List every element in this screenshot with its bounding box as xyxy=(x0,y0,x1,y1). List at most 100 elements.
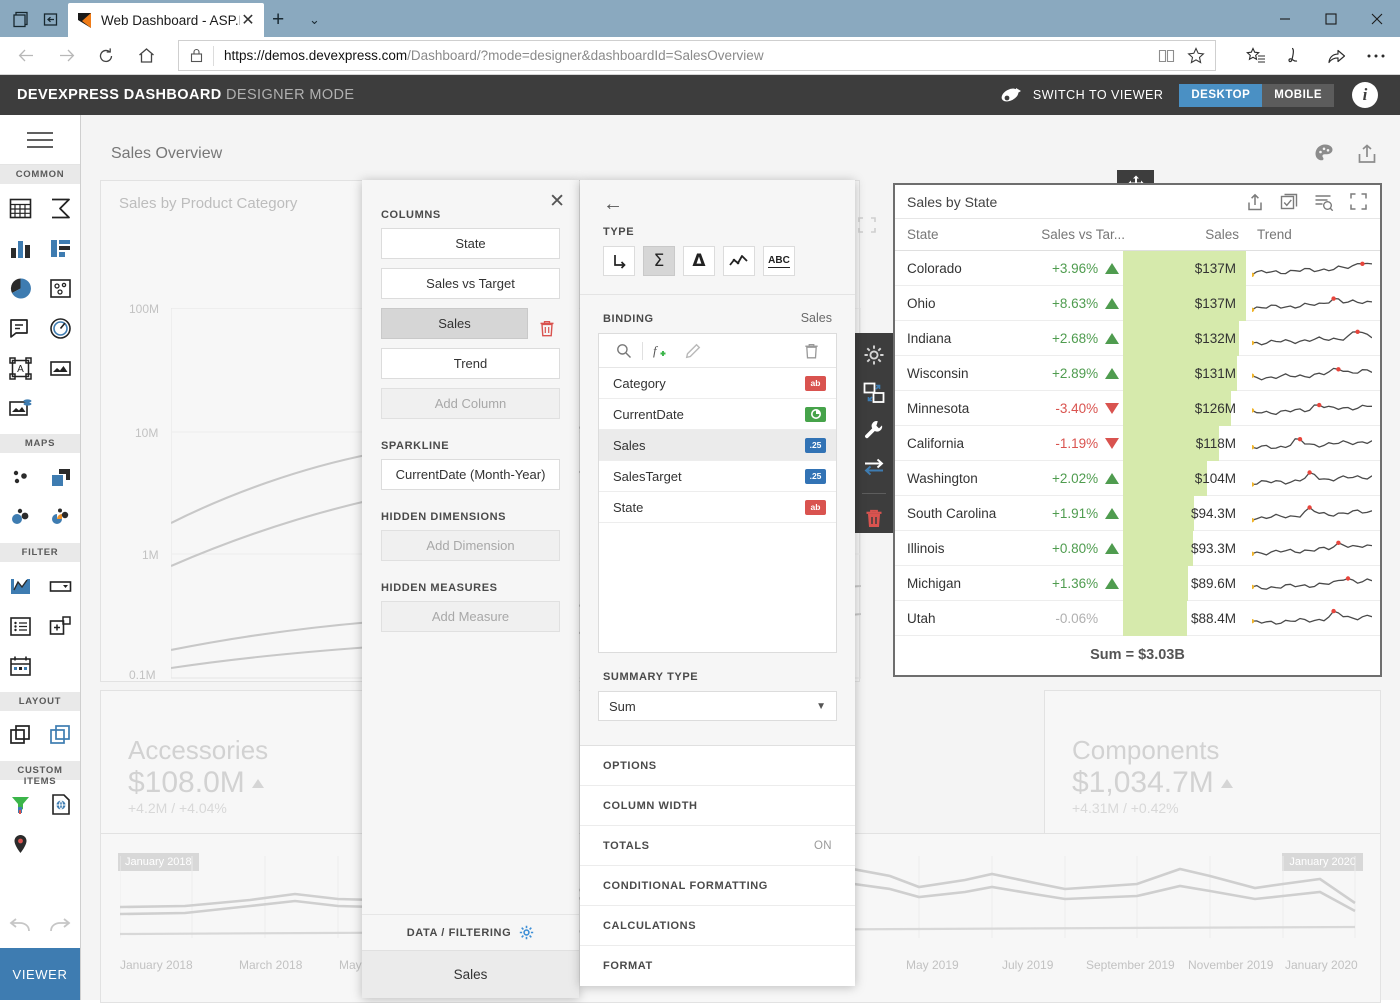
accordion-row-totals[interactable]: TOTALS ON xyxy=(580,826,855,866)
sparkline-icon[interactable] xyxy=(723,246,755,276)
table-row[interactable]: Illinois+0.80%$93.3M xyxy=(895,531,1380,566)
column-field-state[interactable]: State xyxy=(381,228,560,259)
filter-icon[interactable] xyxy=(1314,193,1334,211)
table-row[interactable]: Minnesota-3.40%$126M xyxy=(895,391,1380,426)
sidebar-item-scatter[interactable] xyxy=(40,268,80,308)
add-calculated-field-icon[interactable]: f xyxy=(645,336,677,366)
export-icon[interactable] xyxy=(1246,193,1264,211)
close-button[interactable] xyxy=(1354,0,1400,37)
column-field-sales[interactable]: Sales xyxy=(381,308,528,339)
selected-field-footer[interactable]: Sales xyxy=(362,950,579,998)
sidebar-item-web-page[interactable] xyxy=(40,784,80,824)
sidebar-item-bound-image[interactable] xyxy=(0,388,40,428)
tab-list-menu-icon[interactable]: ⌄ xyxy=(309,12,320,28)
sidebar-item-tree-view[interactable] xyxy=(40,606,80,646)
sidebar-item-gauge[interactable] xyxy=(40,308,80,348)
accordion-row-options[interactable]: OPTIONS xyxy=(580,746,855,786)
sidebar-item-grid[interactable] xyxy=(0,188,40,228)
desktop-mode-button[interactable]: DESKTOP xyxy=(1179,84,1262,107)
sidebar-item-map-pin[interactable] xyxy=(0,824,40,864)
measure-sigma-icon[interactable]: Σ xyxy=(643,246,675,276)
tab-preview-icon[interactable] xyxy=(8,6,34,32)
refresh-icon[interactable] xyxy=(86,37,126,75)
maximize-item-icon[interactable] xyxy=(858,217,876,233)
column-field-sales-vs-target[interactable]: Sales vs Target xyxy=(381,268,560,299)
table-row[interactable]: Washington+2.02%$104M xyxy=(895,461,1380,496)
summary-type-select[interactable]: Sum ▼ xyxy=(598,691,837,721)
set-tabs-aside-icon[interactable] xyxy=(38,6,64,32)
column-header-sales[interactable]: Sales xyxy=(1125,227,1249,242)
table-row[interactable]: Michigan+1.36%$89.6M xyxy=(895,566,1380,601)
accordion-row-format[interactable]: FORMAT xyxy=(580,946,855,986)
field-item-salestarget[interactable]: SalesTarget .25 xyxy=(599,461,836,492)
close-icon[interactable]: ✕ xyxy=(549,192,565,211)
column-field-trend[interactable]: Trend xyxy=(381,348,560,379)
dimension-icon[interactable] xyxy=(603,246,635,276)
table-row[interactable]: Utah-0.06%$88.4M xyxy=(895,601,1380,636)
address-bar[interactable]: https://demos.devexpress.com/Dashboard/?… xyxy=(178,40,1216,71)
delta-icon[interactable]: Δ xyxy=(683,246,715,276)
accordion-row-conditional-formatting[interactable]: CONDITIONAL FORMATTING xyxy=(580,866,855,906)
sidebar-item-date-filter[interactable] xyxy=(0,646,40,686)
sidebar-item-range-filter[interactable] xyxy=(0,566,40,606)
menu-hamburger-icon[interactable] xyxy=(0,115,80,165)
sidebar-item-image[interactable] xyxy=(40,348,80,388)
sidebar-item-pie-map[interactable] xyxy=(40,497,80,537)
sidebar-item-list-box[interactable] xyxy=(0,606,40,646)
browser-tab[interactable]: Web Dashboard - ASP.N ✕ xyxy=(68,3,264,37)
redo-icon[interactable] xyxy=(40,904,80,948)
column-header-state[interactable]: State xyxy=(895,227,1013,242)
back-arrow-icon[interactable] xyxy=(6,37,46,75)
info-icon[interactable]: i xyxy=(1352,82,1378,108)
column-header-trend[interactable]: Trend xyxy=(1249,227,1380,242)
add-measure-button[interactable]: Add Measure xyxy=(381,601,560,632)
table-row[interactable]: Colorado+3.96%$137M xyxy=(895,251,1380,286)
trash-icon[interactable] xyxy=(534,320,560,337)
reading-view-icon[interactable] xyxy=(1151,48,1181,63)
switch-to-viewer-button[interactable]: SWITCH TO VIEWER xyxy=(998,85,1163,105)
add-column-button[interactable]: Add Column xyxy=(381,388,560,419)
more-ellipsis-icon[interactable] xyxy=(1356,40,1396,71)
maximize-button[interactable] xyxy=(1308,0,1354,37)
sidebar-item-group[interactable] xyxy=(0,715,40,755)
field-item-category[interactable]: Category ab xyxy=(599,368,836,399)
sidebar-item-image-text[interactable]: A xyxy=(0,348,40,388)
favorite-star-icon[interactable] xyxy=(1181,47,1211,65)
table-row[interactable]: South Carolina+1.91%$94.3M xyxy=(895,496,1380,531)
field-item-currentdate[interactable]: CurrentDate xyxy=(599,399,836,430)
abc-text-icon[interactable]: ABC xyxy=(763,246,795,276)
back-arrow-icon[interactable]: ← xyxy=(580,180,855,214)
sidebar-item-combo-box[interactable] xyxy=(40,566,80,606)
minimize-button[interactable] xyxy=(1262,0,1308,37)
sidebar-item-chart[interactable] xyxy=(0,228,40,268)
swap-icon[interactable] xyxy=(859,453,889,481)
column-header-sales-vs-target[interactable]: Sales vs Tar... xyxy=(1013,227,1125,242)
accordion-row-calculations[interactable]: CALCULATIONS xyxy=(580,906,855,946)
table-row[interactable]: Ohio+8.63%$137M xyxy=(895,286,1380,321)
sidebar-item-choropleth-map[interactable] xyxy=(40,457,80,497)
sales-by-state-widget[interactable]: Sales by State State Sales vs Tar... Sal… xyxy=(893,183,1382,677)
delete-icon[interactable] xyxy=(859,505,889,533)
maximize-icon[interactable] xyxy=(1350,193,1367,211)
forward-arrow-icon[interactable] xyxy=(46,37,86,75)
export-icon[interactable] xyxy=(1356,143,1378,165)
sidebar-item-tab-container[interactable] xyxy=(40,715,80,755)
search-icon[interactable] xyxy=(608,336,640,366)
table-row[interactable]: Wisconsin+2.89%$131M xyxy=(895,356,1380,391)
data-filtering-footer[interactable]: DATA / FILTERING xyxy=(362,914,579,950)
delete-icon[interactable] xyxy=(795,336,827,366)
field-item-state[interactable]: State ab xyxy=(599,492,836,523)
table-row[interactable]: California-1.19%$118M xyxy=(895,426,1380,461)
sidebar-item-cards[interactable] xyxy=(40,228,80,268)
wrench-icon[interactable] xyxy=(859,416,889,444)
field-item-sales[interactable]: Sales .25 xyxy=(599,430,836,461)
accordion-row-column-width[interactable]: COLUMN WIDTH xyxy=(580,786,855,826)
share-icon[interactable] xyxy=(1316,40,1356,71)
notes-pen-icon[interactable] xyxy=(1276,40,1316,71)
resize-icon[interactable] xyxy=(859,378,889,406)
palette-icon[interactable] xyxy=(1314,143,1336,165)
mobile-mode-button[interactable]: MOBILE xyxy=(1262,84,1334,107)
multi-select-icon[interactable] xyxy=(1280,193,1298,211)
sidebar-item-pivot[interactable] xyxy=(40,188,80,228)
favorites-list-icon[interactable] xyxy=(1236,40,1276,71)
